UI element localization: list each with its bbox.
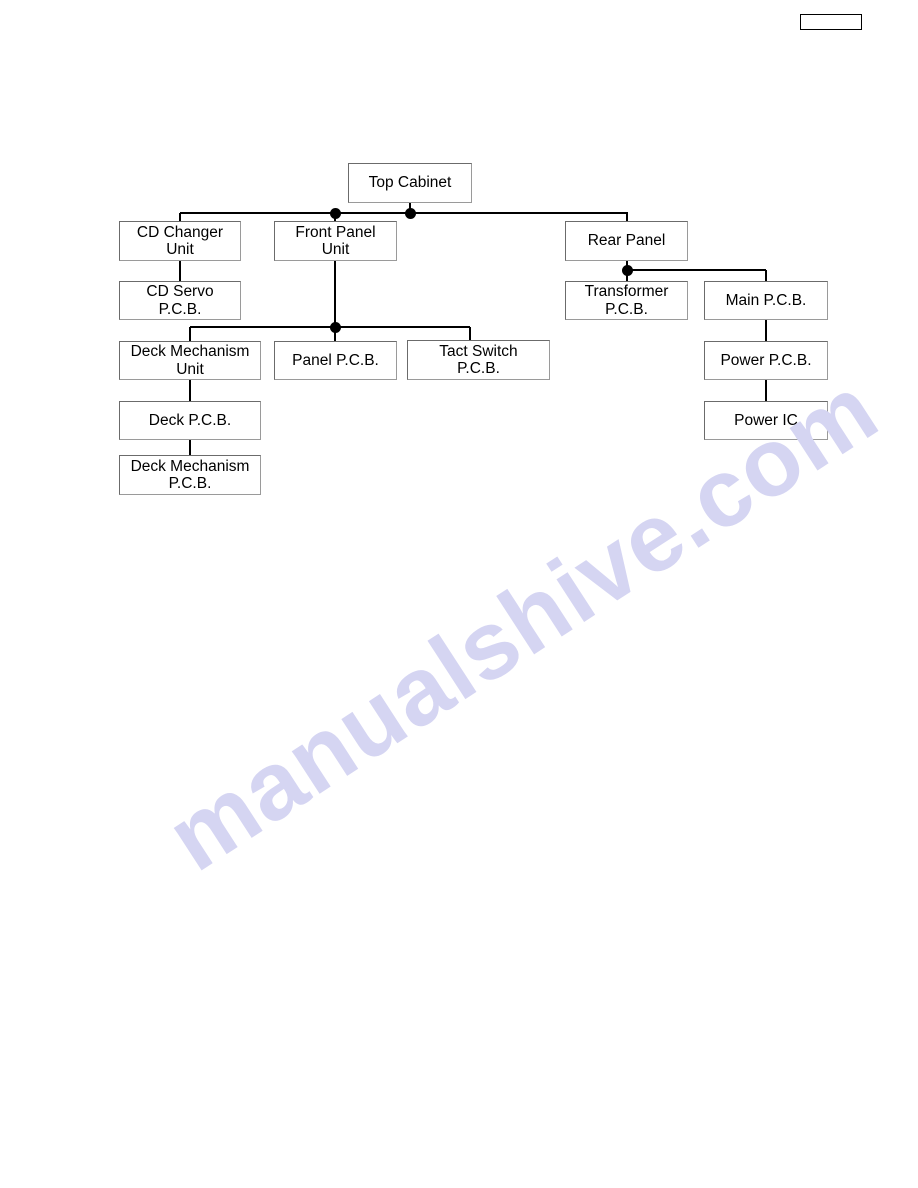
node-label: Power P.C.B. [720, 351, 812, 369]
node-panel-pcb[interactable]: Panel P.C.B. [274, 341, 397, 380]
node-label: Power IC [734, 411, 798, 429]
node-rear-panel[interactable]: Rear Panel [565, 221, 688, 261]
node-label: CD Changer Unit [136, 223, 224, 258]
node-label: Deck Mechanism P.C.B. [130, 457, 250, 492]
node-deck-pcb[interactable]: Deck P.C.B. [119, 401, 261, 440]
junction-dot-top-cabinet-stem [404, 207, 416, 219]
node-label: Tact Switch P.C.B. [439, 342, 518, 377]
block-diagram: Top Cabinet CD Changer Unit CD Servo P.C… [0, 0, 918, 1188]
node-cd-servo-pcb[interactable]: CD Servo P.C.B. [119, 281, 241, 320]
node-label: Deck Mechanism Unit [130, 343, 250, 378]
node-label: Transformer P.C.B. [584, 283, 669, 318]
node-label: Panel P.C.B. [292, 351, 379, 369]
node-power-ic[interactable]: Power IC [704, 401, 828, 440]
node-label: Main P.C.B. [725, 291, 807, 309]
node-label: CD Servo P.C.B. [146, 283, 214, 318]
node-cd-changer-unit[interactable]: CD Changer Unit [119, 221, 241, 261]
node-label: Rear Panel [587, 232, 666, 250]
node-label: Top Cabinet [368, 174, 452, 192]
header-stub-box [800, 14, 862, 30]
node-front-panel-unit[interactable]: Front Panel Unit [274, 221, 397, 261]
node-power-pcb[interactable]: Power P.C.B. [704, 341, 828, 380]
node-deck-mechanism-pcb[interactable]: Deck Mechanism P.C.B. [119, 455, 261, 495]
node-transformer-pcb[interactable]: Transformer P.C.B. [565, 281, 688, 320]
page-root: Top Cabinet CD Changer Unit CD Servo P.C… [0, 0, 918, 1188]
node-main-pcb[interactable]: Main P.C.B. [704, 281, 828, 320]
node-top-cabinet[interactable]: Top Cabinet [348, 163, 472, 203]
node-deck-mechanism-unit[interactable]: Deck Mechanism Unit [119, 341, 261, 380]
node-label: Deck P.C.B. [148, 411, 232, 429]
node-tact-switch-pcb[interactable]: Tact Switch P.C.B. [407, 340, 550, 380]
node-label: Front Panel Unit [295, 223, 376, 258]
junction-dot-panel-pcb-branch [329, 321, 341, 333]
junction-dot-rear-panel-branch [621, 264, 633, 276]
junction-dot-front-panel-branch [329, 207, 341, 219]
